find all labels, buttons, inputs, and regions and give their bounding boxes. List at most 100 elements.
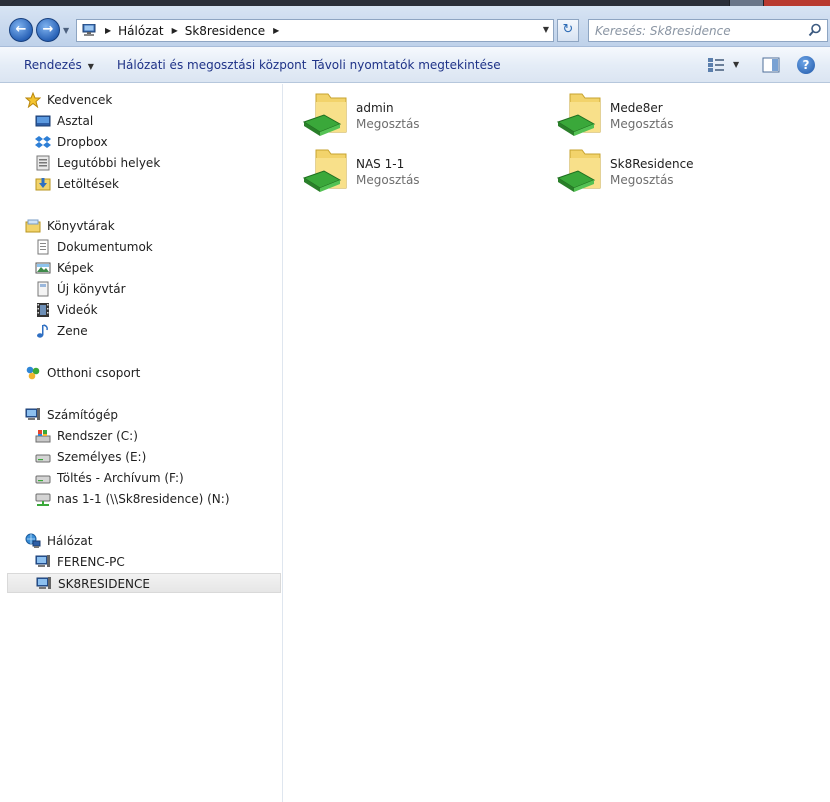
chevron-down-icon: ▼: [87, 62, 94, 71]
nav-item-label: Rendszer (C:): [57, 429, 138, 443]
nav-homegroup[interactable]: Otthoni csoport: [0, 363, 281, 383]
star-icon: [25, 92, 41, 108]
nav-item-label: FERENC-PC: [57, 555, 125, 569]
refresh-button[interactable]: ↻: [557, 19, 579, 42]
share-type: Megosztás: [356, 117, 420, 131]
nav-favorites-label: Kedvencek: [47, 93, 113, 107]
back-button[interactable]: ←: [9, 18, 33, 42]
file-list-area: admin Megosztás Mede8er Megosztás NAS 1-…: [283, 84, 830, 802]
nav-network[interactable]: Hálózat: [0, 531, 281, 551]
search-icon[interactable]: [808, 23, 822, 37]
recent-places-icon: [36, 155, 50, 171]
nav-item-label: Személyes (E:): [57, 450, 147, 464]
forward-button[interactable]: →: [36, 18, 60, 42]
library-icon: [37, 281, 49, 297]
nav-item-label: SK8RESIDENCE: [58, 577, 150, 591]
organize-label: Rendezés: [24, 58, 82, 72]
hard-drive-icon: [35, 454, 51, 463]
network-globe-icon: [25, 533, 41, 548]
libraries-icon: [25, 219, 41, 233]
nav-item-label: Letöltések: [57, 177, 119, 191]
breadcrumb-arrow-icon[interactable]: ▶: [105, 26, 111, 35]
breadcrumb: ▶ Hálózat ▶ Sk8residence ▶: [101, 20, 286, 41]
share-item[interactable]: NAS 1-1 Megosztás: [302, 144, 522, 196]
nav-computer[interactable]: Számítógép: [0, 405, 281, 425]
navigation-pane: Kedvencek Asztal Dropbox Legutóbbi helye…: [0, 84, 283, 802]
nav-item-drive-c[interactable]: Rendszer (C:): [0, 426, 281, 446]
nav-item-label: Új könyvtár: [57, 282, 126, 296]
share-item[interactable]: admin Megosztás: [302, 88, 522, 140]
preview-pane-icon[interactable]: [762, 57, 780, 73]
nav-item-label: Asztal: [57, 114, 94, 128]
share-name: Mede8er: [610, 101, 663, 115]
nav-item-drive-f[interactable]: Töltés - Archívum (F:): [0, 468, 281, 488]
nav-libraries-label: Könyvtárak: [47, 219, 115, 233]
network-computer-icon: [82, 24, 96, 36]
nav-item-desktop[interactable]: Asztal: [0, 111, 281, 131]
recent-pages-dropdown[interactable]: ▼: [63, 26, 69, 35]
documents-icon: [37, 239, 49, 255]
nav-item-pictures[interactable]: Képek: [0, 258, 281, 278]
network-computer-icon: [36, 577, 51, 589]
share-type: Megosztás: [610, 117, 674, 131]
help-icon[interactable]: ?: [797, 56, 815, 74]
network-computer-icon: [35, 555, 50, 567]
share-name: NAS 1-1: [356, 157, 405, 171]
share-item[interactable]: Sk8Residence Megosztás: [556, 144, 776, 196]
view-options-dropdown-icon[interactable]: ▼: [733, 60, 739, 69]
shared-folder-icon: [556, 149, 601, 192]
nav-item-label: Legutóbbi helyek: [57, 156, 161, 170]
nav-item-drive-e[interactable]: Személyes (E:): [0, 447, 281, 467]
nav-item-documents[interactable]: Dokumentumok: [0, 237, 281, 257]
share-name: admin: [356, 101, 394, 115]
organize-button[interactable]: Rendezés ▼: [24, 58, 94, 72]
shared-folder-icon: [302, 93, 347, 136]
breadcrumb-network[interactable]: Hálózat: [118, 24, 163, 38]
dropbox-icon: [35, 136, 51, 148]
nav-homegroup-label: Otthoni csoport: [47, 366, 141, 380]
change-view-icon[interactable]: [707, 57, 725, 73]
nav-item-sk8residence[interactable]: SK8RESIDENCE: [7, 573, 281, 593]
search-box[interactable]: [588, 19, 828, 42]
nav-item-downloads[interactable]: Letöltések: [0, 174, 281, 194]
nav-favorites[interactable]: Kedvencek: [0, 90, 281, 110]
nav-item-recent-places[interactable]: Legutóbbi helyek: [0, 153, 281, 173]
nav-item-label: Képek: [57, 261, 94, 275]
homegroup-icon: [26, 366, 40, 380]
breadcrumb-arrow-icon[interactable]: ▶: [273, 26, 279, 35]
nav-item-label: Zene: [57, 324, 88, 338]
videos-icon: [37, 303, 49, 317]
nav-item-label: Videók: [57, 303, 98, 317]
view-remote-printers-button[interactable]: Távoli nyomtatók megtekintése: [312, 58, 501, 72]
window-top-strip: [0, 0, 830, 6]
share-item[interactable]: Mede8er Megosztás: [556, 88, 776, 140]
nav-computer-label: Számítógép: [47, 408, 118, 422]
address-dropdown-icon[interactable]: ▼: [543, 25, 549, 34]
search-input[interactable]: [595, 23, 795, 39]
address-field[interactable]: ▶ Hálózat ▶ Sk8residence ▶ ▼: [76, 19, 554, 42]
nav-item-dropbox[interactable]: Dropbox: [0, 132, 281, 152]
shared-folder-icon: [302, 149, 347, 192]
share-type: Megosztás: [610, 173, 674, 187]
nav-item-label: Dokumentumok: [57, 240, 153, 254]
nav-item-ferenc-pc[interactable]: FERENC-PC: [0, 552, 281, 572]
nav-item-drive-n[interactable]: nas 1-1 (\\Sk8residence) (N:): [0, 489, 281, 509]
address-bar-area: ← → ▼ ▶ Hálózat ▶ Sk8residence ▶ ▼ ↻: [0, 0, 830, 47]
window-button[interactable]: [729, 0, 763, 6]
command-bar: Rendezés ▼ Hálózati és megosztási központ…: [0, 47, 830, 83]
network-sharing-center-button[interactable]: Hálózati és megosztási központ: [117, 58, 306, 72]
nav-item-label: nas 1-1 (\\Sk8residence) (N:): [57, 492, 230, 506]
hard-drive-icon: [35, 475, 51, 484]
music-note-icon: [37, 324, 48, 338]
share-name: Sk8Residence: [610, 157, 694, 171]
nav-item-videos[interactable]: Videók: [0, 300, 281, 320]
breadcrumb-sk8residence[interactable]: Sk8residence: [185, 24, 265, 38]
nav-libraries[interactable]: Könyvtárak: [0, 216, 281, 236]
pictures-icon: [35, 262, 51, 274]
nav-item-music[interactable]: Zene: [0, 321, 281, 341]
computer-icon: [25, 408, 40, 420]
close-window-button[interactable]: [763, 0, 830, 6]
nav-item-label: Töltés - Archívum (F:): [57, 471, 184, 485]
breadcrumb-arrow-icon[interactable]: ▶: [172, 26, 178, 35]
nav-item-new-library[interactable]: Új könyvtár: [0, 279, 281, 299]
